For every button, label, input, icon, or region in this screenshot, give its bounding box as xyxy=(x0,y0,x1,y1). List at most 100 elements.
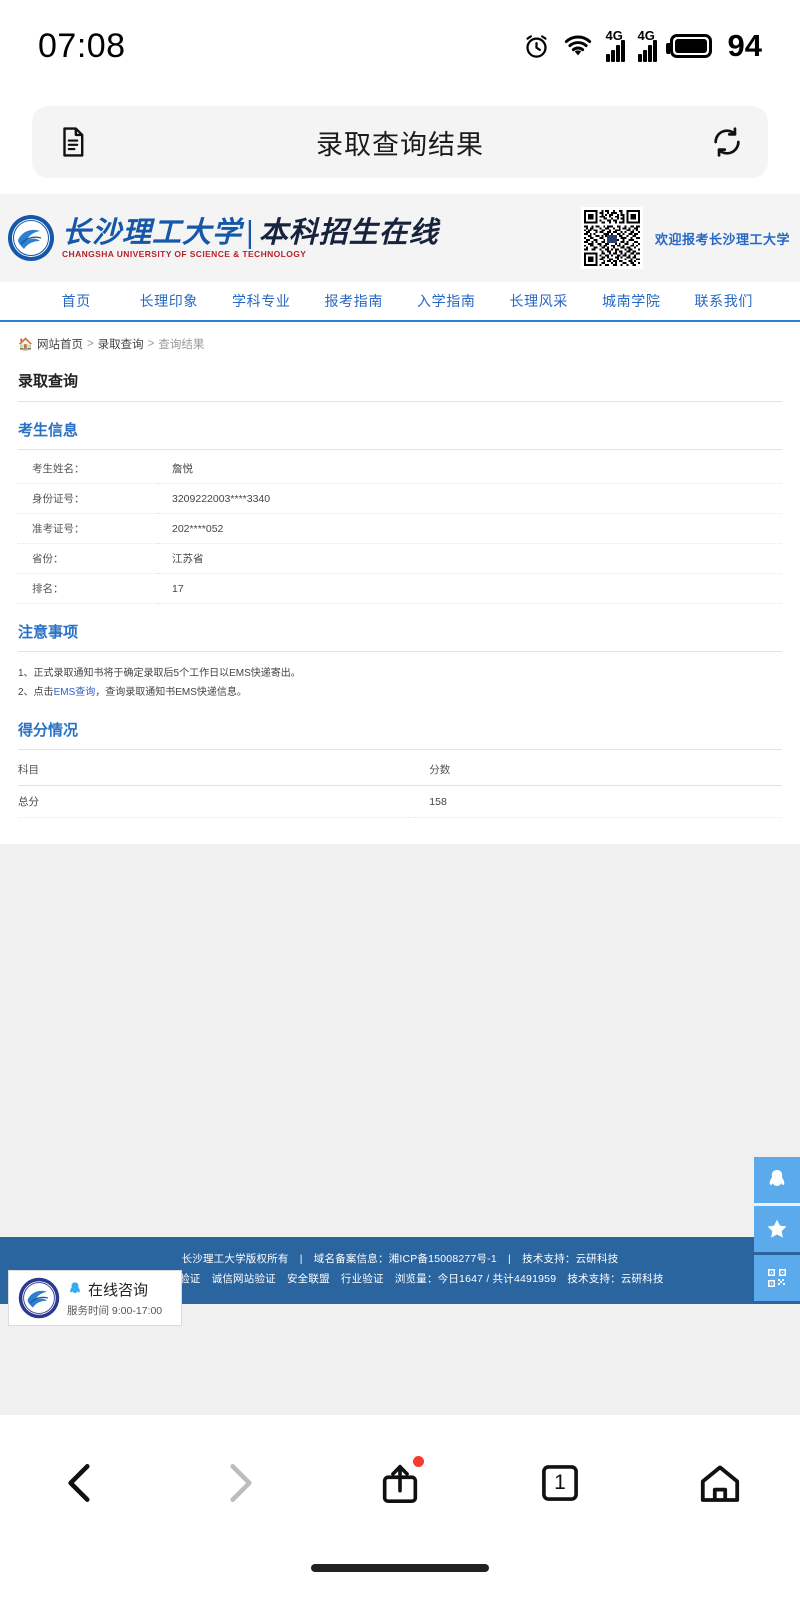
tabs-button[interactable]: 1 xyxy=(524,1447,596,1519)
footer-copyright: 长沙理工大学版权所有 xyxy=(181,1253,289,1265)
side-rail xyxy=(754,1157,800,1304)
table-row: 总分 158 xyxy=(18,785,782,818)
notice-list: 1、正式录取通知书将于确定录取后5个工作日以EMS快递寄出。 2、点击EMS查询… xyxy=(18,664,782,702)
qq-penguin-icon xyxy=(70,1282,80,1293)
signal-4g-icon-1: 4G xyxy=(605,29,625,62)
rail-qrcode-button[interactable] xyxy=(754,1255,800,1301)
table-row: 准考证号： 202****052 xyxy=(18,514,782,544)
ems-query-link[interactable]: EMS查询 xyxy=(54,687,96,698)
refresh-icon[interactable] xyxy=(710,125,744,159)
nav-item-contact[interactable]: 联系我们 xyxy=(678,291,771,311)
alarm-icon xyxy=(525,34,547,58)
footer-support: 技术支持：云研科技 xyxy=(522,1253,619,1265)
page-title-bar: 录取查询结果 xyxy=(316,129,484,160)
page-title: 录取查询 xyxy=(18,370,782,402)
brand-name-cn: 长沙理工大学 xyxy=(62,214,243,249)
chevron-right-icon xyxy=(230,1464,252,1502)
candidate-info-table: 考生姓名： 詹悦 身份证号： 3209222003****3340 准考证号： … xyxy=(18,454,782,604)
qr-code-icon[interactable] xyxy=(580,207,643,269)
nav-item-chengnan-college[interactable]: 城南学院 xyxy=(585,291,678,311)
phone-screen: 07:08 4G 4G 94 录取查询结果 长沙理工大学 | 本科招生在线 CH… xyxy=(0,0,800,1600)
document-icon[interactable] xyxy=(56,125,90,159)
candidate-name-label: 考生姓名： xyxy=(32,463,85,475)
qr-code-icon xyxy=(768,1269,786,1287)
site-logo[interactable]: 长沙理工大学 | 本科招生在线 CHANGSHA UNIVERSITY OF SCI… xyxy=(6,213,439,263)
page-blank-area xyxy=(0,844,800,1237)
section-title-notice: 注意事项 xyxy=(18,621,782,652)
section-title-score: 得分情况 xyxy=(18,719,782,750)
nav-item-enrollment-guide[interactable]: 入学指南 xyxy=(400,291,493,311)
main-content: 🏠 网站首页 > 录取查询 > 查询结果 录取查询 考生信息 考生姓名： 詹悦 … xyxy=(0,322,800,844)
site-header: 长沙理工大学 | 本科招生在线 CHANGSHA UNIVERSITY OF SCI… xyxy=(0,194,800,282)
table-row: 省份： 江苏省 xyxy=(18,544,782,574)
nav-item-home[interactable]: 首页 xyxy=(30,291,123,311)
candidate-id-label: 身份证号： xyxy=(32,493,85,505)
notice-line-2: 2、点击EMS查询，查询录取通知书EMS快递信息。 xyxy=(18,683,782,702)
home-icon xyxy=(700,1465,740,1502)
chat-title: 在线咨询 xyxy=(88,1281,149,1299)
battery-icon xyxy=(665,34,712,58)
table-header-row: 科目 分数 xyxy=(18,754,782,786)
score-row-value: 158 xyxy=(415,785,782,818)
status-time: 07:08 xyxy=(38,26,126,65)
status-bar: 07:08 4G 4G 94 xyxy=(0,0,800,92)
home-button[interactable] xyxy=(684,1447,756,1519)
back-button[interactable] xyxy=(44,1447,116,1519)
breadcrumb-item-1[interactable]: 录取查询 xyxy=(98,336,144,352)
notice-line-1: 1、正式录取通知书将于确定录取后5个工作日以EMS快递寄出。 xyxy=(18,668,301,679)
footer-security-union[interactable]: 安全联盟 xyxy=(287,1273,330,1285)
score-col-value: 分数 xyxy=(415,754,782,786)
university-seal-icon xyxy=(8,215,54,261)
notice-line-2-suffix: ，查询录取通知书EMS快递信息。 xyxy=(95,687,247,698)
footer-visit-count: 浏览量：今日1647 / 共计4491959 xyxy=(394,1272,557,1285)
table-row: 身份证号： 3209222003****3340 xyxy=(18,484,782,514)
nav-item-application-guide[interactable]: 报考指南 xyxy=(308,291,401,311)
brand-name-en: CHANGSHA UNIVERSITY OF SCIENCE & TECHNOL… xyxy=(62,249,307,260)
candidate-rank-label: 排名： xyxy=(32,583,64,595)
rail-favorite-button[interactable] xyxy=(754,1206,800,1252)
brand-divider: | xyxy=(245,214,256,249)
header-right: 欢迎报考长沙理工大学 xyxy=(580,207,790,269)
candidate-province-label: 省份： xyxy=(32,553,64,565)
chat-title-row: 在线咨询 xyxy=(67,1279,162,1300)
candidate-province-value: 江苏省 xyxy=(172,553,204,565)
notification-dot xyxy=(413,1456,424,1467)
browser-titlebar[interactable]: 录取查询结果 xyxy=(32,106,768,178)
brand-subtitle: 本科招生在线 xyxy=(258,214,439,249)
footer-industry-cert[interactable]: 行业验证 xyxy=(341,1273,384,1285)
tabs-count: 1 xyxy=(554,1471,566,1494)
home-indicator xyxy=(311,1564,489,1572)
candidate-ticket-value: 202****052 xyxy=(172,522,224,535)
nav-item-majors[interactable]: 学科专业 xyxy=(215,291,308,311)
section-title-candidate: 考生信息 xyxy=(18,419,782,450)
share-button[interactable] xyxy=(364,1447,436,1519)
footer-credit-cert[interactable]: 诚信网站验证 xyxy=(212,1273,276,1285)
breadcrumb-separator-0: > xyxy=(86,338,94,350)
forward-button[interactable] xyxy=(204,1447,276,1519)
qq-penguin-icon xyxy=(769,1170,785,1186)
table-row: 排名： 17 xyxy=(18,574,782,604)
nav-item-impression[interactable]: 长理印象 xyxy=(123,291,216,311)
browser-bottom-bar: 1 xyxy=(0,1415,800,1600)
candidate-name-value: 詹悦 xyxy=(172,463,193,475)
chevron-left-icon xyxy=(68,1464,90,1502)
university-seal-icon xyxy=(18,1277,60,1319)
browser-titlebar-wrap: 录取查询结果 xyxy=(0,92,800,194)
footer-sep-1: | xyxy=(299,1253,303,1265)
footer-icp: 域名备案信息：湘ICP备15008277号-1 xyxy=(313,1253,497,1265)
breadcrumb-item-2: 查询结果 xyxy=(158,339,205,351)
footer-line-1: 长沙理工大学版权所有 | 域名备案信息：湘ICP备15008277号-1 | 技… xyxy=(0,1250,800,1270)
footer-sep-2: | xyxy=(508,1253,511,1265)
table-row: 考生姓名： 詹悦 xyxy=(18,454,782,484)
candidate-id-value: 3209222003****3340 xyxy=(172,492,271,505)
score-col-subject: 科目 xyxy=(18,754,416,786)
online-consult-widget[interactable]: 在线咨询 服务时间 9:00-17:00 xyxy=(8,1270,182,1326)
star-icon xyxy=(767,1219,787,1238)
nav-item-campus-life[interactable]: 长理风采 xyxy=(493,291,586,311)
rail-qq-button[interactable] xyxy=(754,1157,800,1203)
breadcrumb-item-0[interactable]: 网站首页 xyxy=(37,336,83,352)
score-table: 科目 分数 总分 158 xyxy=(18,754,782,818)
score-row-subject: 总分 xyxy=(18,785,416,818)
notice-line-2-prefix: 2、点击 xyxy=(18,687,54,698)
candidate-ticket-label: 准考证号： xyxy=(32,523,85,535)
